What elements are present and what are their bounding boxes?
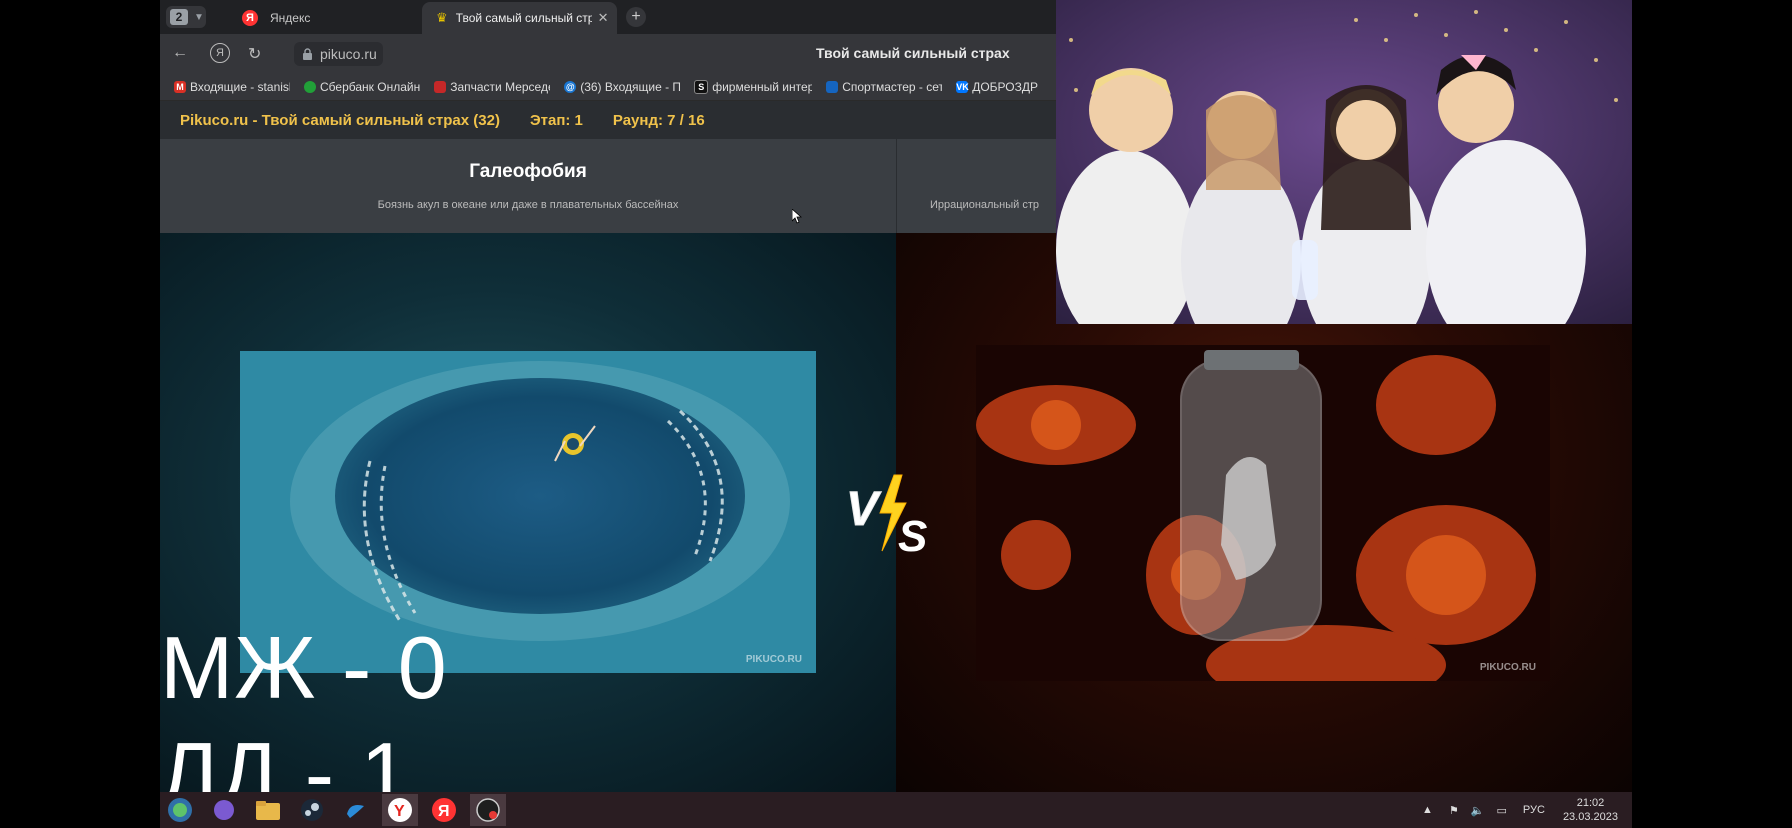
- volume-icon[interactable]: 🔈: [1471, 804, 1485, 817]
- back-icon[interactable]: ←: [172, 44, 188, 62]
- close-icon[interactable]: ✕: [598, 10, 609, 26]
- tab-count: 2: [170, 9, 188, 25]
- bookmark-sportmaster[interactable]: Спортмастер - сет: [826, 80, 942, 94]
- edge-icon: [347, 805, 364, 818]
- watermark: PIKUCO.RU: [1479, 662, 1536, 673]
- bookmark-label: Запчасти Мерседе: [450, 80, 551, 94]
- option-right-description[interactable]: Иррациональный стр: [930, 199, 1039, 211]
- taskbar-app-steam[interactable]: [294, 794, 330, 826]
- viber-icon: [214, 800, 234, 820]
- taskbar-app-explorer[interactable]: [250, 794, 286, 826]
- bookmark-label: Сбербанк Онлайн: [320, 80, 421, 94]
- stage-label: Этап: 1: [529, 111, 583, 129]
- score-mzh: МЖ - 0: [160, 618, 448, 717]
- address-bar: ← Я ↻ pikuco.ru Твой самый сильный страх: [160, 34, 1057, 74]
- screen: 2 ▼ Я Яндекс ♛ Твой самый сильный страх …: [160, 0, 1632, 828]
- bookmark-gmail[interactable]: M Входящие - stanisl: [174, 80, 290, 94]
- tab-pikuco[interactable]: ♛ Твой самый сильный страх ✕: [422, 2, 617, 34]
- url-field[interactable]: pikuco.ru: [294, 42, 383, 66]
- svg-text:Я: Я: [438, 803, 450, 820]
- svg-text:V: V: [846, 483, 882, 536]
- option-left-description: Боязнь акул в океане или даже в плавател…: [377, 199, 679, 211]
- taskbar-app-obs[interactable]: [470, 794, 506, 826]
- svg-text:Y: Y: [394, 803, 405, 820]
- option-right-image[interactable]: PIKUCO.RU: [976, 345, 1550, 681]
- bookmark-label: фирменный интер: [712, 80, 813, 94]
- bookmark-store[interactable]: S фирменный интер: [694, 80, 812, 94]
- system-tray: ▲ ⚑ 🔈 ▭ РУС: [1422, 792, 1545, 828]
- windows-orb-icon: [168, 798, 192, 822]
- yandex-browser-icon: Y: [388, 798, 412, 822]
- clock-date: 23.03.2023: [1562, 811, 1618, 823]
- yandex-icon: Я: [432, 798, 456, 822]
- new-tab-button[interactable]: +: [626, 7, 646, 27]
- taskbar: Y Я ▲ ⚑ 🔈 ▭ РУС 21:02 23.03.2023: [160, 792, 1632, 828]
- bookmark-vk[interactable]: VK ДОБРОЗДР: [956, 80, 1038, 94]
- reload-icon[interactable]: ↻: [248, 44, 261, 64]
- language-indicator[interactable]: РУС: [1523, 804, 1545, 816]
- flag-icon[interactable]: ⚑: [1449, 804, 1459, 817]
- steam-icon: [301, 799, 323, 821]
- clock-time: 21:02: [1576, 797, 1605, 809]
- option-left-name: Галеофобия: [469, 161, 587, 182]
- bookmark-sber[interactable]: Сбербанк Онлайн: [304, 80, 420, 94]
- page-title: Твой самый сильный страх: [816, 45, 1010, 61]
- svg-text:S: S: [898, 512, 927, 561]
- bookmark-mail[interactable]: @ (36) Входящие - П: [564, 80, 680, 94]
- tab-title: Твой самый сильный страх: [455, 11, 592, 25]
- chevron-down-icon: ▼: [194, 11, 204, 23]
- url-text: pikuco.ru: [320, 46, 377, 62]
- vk-icon: VK: [956, 81, 969, 93]
- sport-icon: [826, 81, 839, 93]
- versus-icon: V S: [846, 474, 927, 561]
- obs-icon: [476, 798, 500, 822]
- round-label: Раунд: 7 / 16: [612, 111, 705, 129]
- bookmark-label: ДОБРОЗДР: [972, 80, 1038, 94]
- tab-yandex[interactable]: Я Яндекс: [232, 2, 427, 34]
- parts-icon: [434, 81, 447, 93]
- taskbar-app-yandex-browser[interactable]: Y: [382, 794, 418, 826]
- folder-icon: [256, 801, 280, 820]
- crown-icon: ♛: [436, 10, 448, 25]
- tab-counter-button[interactable]: 2 ▼: [166, 6, 206, 28]
- s-icon: S: [694, 80, 709, 94]
- lock-icon: [303, 48, 312, 60]
- tab-title: Яндекс: [270, 11, 311, 25]
- webcam-overlay: [1056, 0, 1632, 324]
- yandex-button-icon[interactable]: Я: [210, 43, 230, 63]
- site-header: Pikuco.ru - Твой самый сильный страх (32…: [160, 101, 1057, 139]
- option-left-card[interactable]: Галеофобия Боязнь акул в океане или даже…: [160, 139, 897, 233]
- mail-icon: @: [564, 81, 577, 93]
- option-cards: Галеофобия Боязнь акул в океане или даже…: [160, 139, 1057, 233]
- gmail-icon: M: [174, 81, 186, 93]
- mouse-cursor-icon: [792, 209, 802, 224]
- network-icon[interactable]: ▭: [1496, 804, 1506, 817]
- bookmark-label: (36) Входящие - П: [580, 80, 681, 94]
- yandex-icon: Я: [242, 10, 258, 26]
- bookmark-label: Входящие - stanisl: [190, 80, 290, 94]
- site-heading[interactable]: Pikuco.ru - Твой самый сильный страх (32…: [180, 112, 500, 129]
- bookmark-parts[interactable]: Запчасти Мерседе: [434, 80, 550, 94]
- sber-icon: [304, 81, 316, 93]
- clock[interactable]: 21:02 23.03.2023: [1563, 796, 1618, 824]
- tab-bar: 2 ▼ Я Яндекс ♛ Твой самый сильный страх …: [160, 0, 1057, 34]
- taskbar-app-yandex[interactable]: Я: [426, 794, 462, 826]
- start-button[interactable]: [162, 794, 198, 826]
- tray-expand-icon[interactable]: ▲: [1422, 804, 1433, 816]
- bookmark-label: Спортмастер - сет: [842, 80, 943, 94]
- taskbar-app-edge[interactable]: [338, 794, 374, 826]
- bookmarks-bar: M Входящие - stanisl Сбербанк Онлайн Зап…: [160, 74, 1057, 101]
- taskbar-app-viber[interactable]: [206, 794, 242, 826]
- watermark: PIKUCO.RU: [745, 654, 802, 665]
